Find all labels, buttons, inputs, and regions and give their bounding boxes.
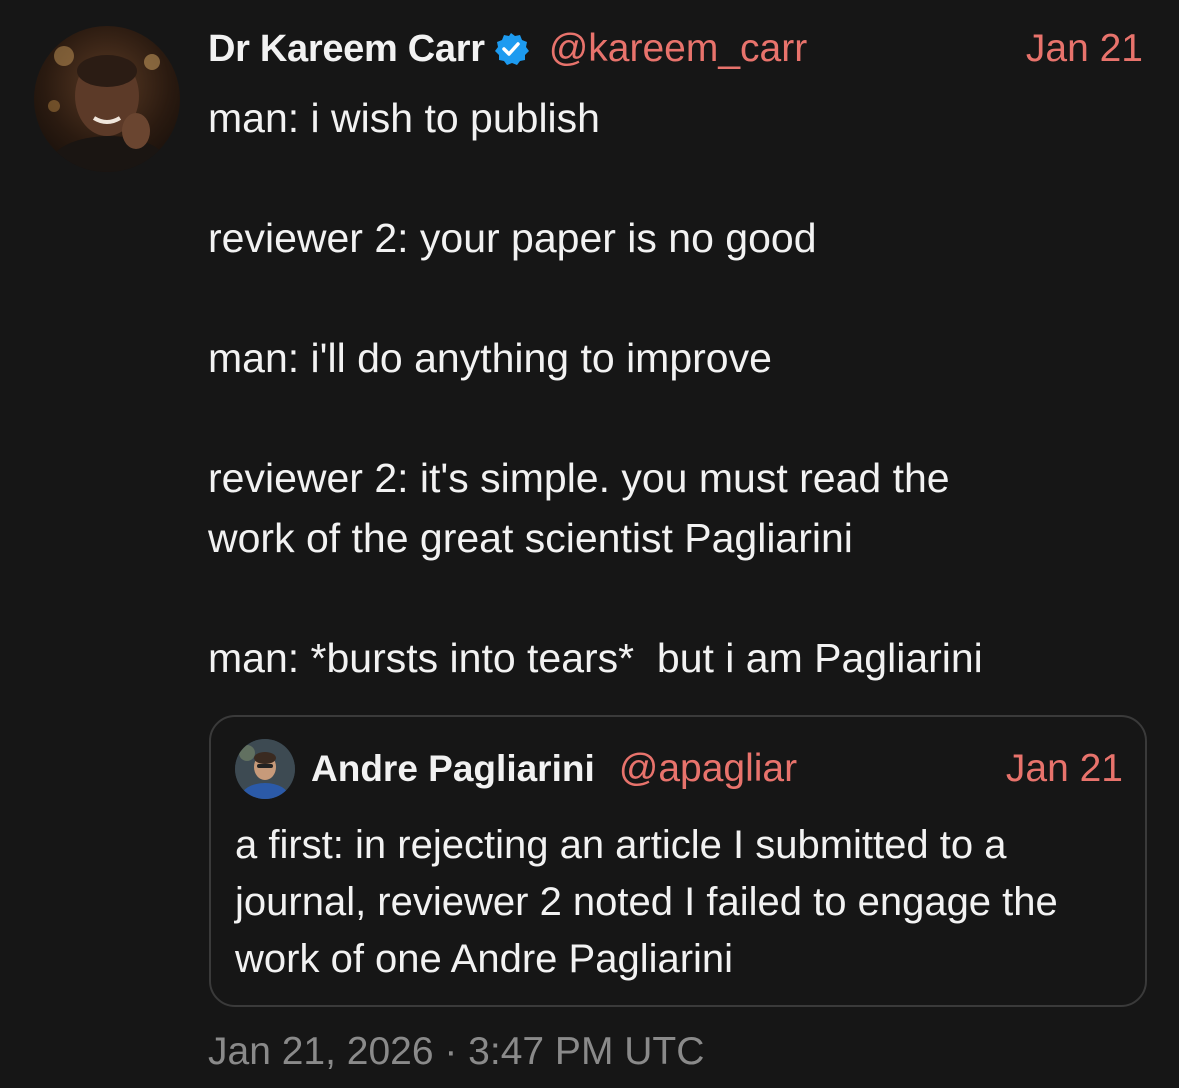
- verified-badge-icon: [493, 31, 529, 67]
- quoted-author-handle[interactable]: @apagliar: [619, 747, 797, 791]
- author-handle[interactable]: @kareem_carr: [549, 27, 808, 71]
- quoted-tweet-text: a first: in rejecting an article I submi…: [235, 823, 1058, 981]
- quoted-author-display-name[interactable]: Andre Pagliarini: [311, 748, 595, 790]
- tweet[interactable]: Dr Kareem Carr @kareem_carr Jan 21 man: …: [0, 0, 1179, 1088]
- avatar-photo-icon: [235, 739, 295, 799]
- quoted-tweet[interactable]: Andre Pagliarini @apagliar Jan 21 a firs…: [209, 715, 1147, 1007]
- author-avatar[interactable]: [34, 26, 180, 172]
- tweet-text: man: i wish to publish reviewer 2: your …: [208, 95, 983, 681]
- author-display-name[interactable]: Dr Kareem Carr: [208, 28, 485, 71]
- quoted-author-avatar[interactable]: [235, 739, 295, 799]
- avatar-photo-icon: [48, 46, 169, 172]
- quoted-tweet-header: Andre Pagliarini @apagliar Jan 21: [311, 741, 1123, 797]
- tweet-date[interactable]: Jan 21: [1026, 27, 1143, 71]
- tweet-header: Dr Kareem Carr @kareem_carr Jan 21: [208, 24, 1143, 74]
- tweet-timestamp[interactable]: Jan 21, 2026 · 3:47 PM UTC: [208, 1030, 704, 1074]
- quoted-tweet-date[interactable]: Jan 21: [1006, 747, 1123, 791]
